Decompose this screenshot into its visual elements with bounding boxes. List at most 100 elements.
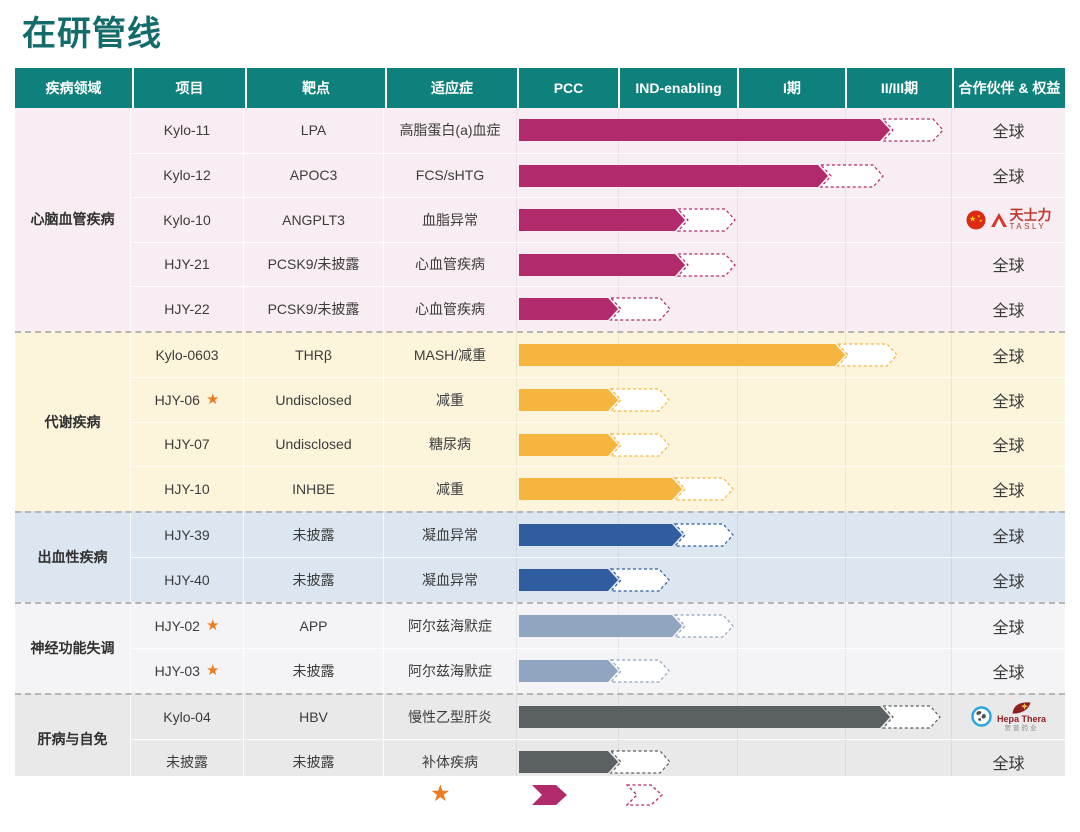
- target-name: ANGPLT3: [244, 198, 384, 242]
- legend-bar: ★: [0, 776, 1080, 832]
- partner-cell: 全球: [951, 154, 1065, 198]
- target-name: PCSK9/未披露: [244, 243, 384, 287]
- column-header-pcc: PCC: [517, 68, 618, 108]
- target-name: PCSK9/未披露: [244, 287, 384, 331]
- disease-group: 神经功能失调HJY-02★APP阿尔兹海默症全球HJY-03★未披露阿尔兹海默症…: [15, 602, 1065, 693]
- indication-name: 阿尔兹海默症: [384, 649, 516, 693]
- column-header-area: 疾病领域: [15, 68, 132, 108]
- phase-track: [516, 695, 951, 740]
- disease-group: 心脑血管疾病Kylo-11LPA高脂蛋白(a)血症全球Kylo-12APOC3F…: [15, 108, 1065, 331]
- table-body: 心脑血管疾病Kylo-11LPA高脂蛋白(a)血症全球Kylo-12APOC3F…: [15, 108, 1065, 784]
- phase-track: [516, 287, 951, 331]
- disease-group: 出血性疾病HJY-39未披露凝血异常全球HJY-40未披露凝血异常全球: [15, 511, 1065, 602]
- page-title: 在研管线: [22, 6, 162, 55]
- project-name: HJY-40: [131, 558, 244, 602]
- hepathera-cn-label: 贺普药业: [1005, 726, 1039, 733]
- target-name: Undisclosed: [244, 378, 384, 422]
- disease-area-label: 出血性疾病: [15, 513, 131, 602]
- partner-cell: 全球: [951, 243, 1065, 287]
- star-icon: ★: [206, 392, 219, 407]
- pipeline-row: Kylo-0603THRβMASH/减重 全球: [131, 333, 1065, 378]
- partner-cell: 全球: [951, 558, 1065, 602]
- partner-cell: 全球: [951, 333, 1065, 378]
- column-header-project: 项目: [132, 68, 245, 108]
- partner-cell: 全球: [951, 423, 1065, 467]
- indication-name: 慢性乙型肝炎: [384, 695, 516, 740]
- indication-name: 高脂蛋白(a)血症: [384, 108, 516, 153]
- project-name: HJY-21: [131, 243, 244, 287]
- pipeline-row: HJY-06★Undisclosed减重全球: [131, 377, 1065, 422]
- phase-track: [516, 423, 951, 467]
- indication-name: 凝血异常: [384, 558, 516, 602]
- phase-track: [516, 604, 951, 649]
- target-name: 未披露: [244, 649, 384, 693]
- phase-track: [516, 558, 951, 602]
- rights-label: 全球: [992, 297, 1024, 321]
- column-header-target: 靶点: [245, 68, 385, 108]
- disease-area-label: 代谢疾病: [15, 333, 131, 511]
- pipeline-bar: [518, 567, 673, 593]
- indication-name: 血脂异常: [384, 198, 516, 242]
- target-name: INHBE: [244, 467, 384, 511]
- phase-track: [516, 333, 951, 378]
- pipeline-bar: [518, 704, 944, 730]
- project-name: Kylo-0603: [131, 333, 244, 378]
- target-name: Undisclosed: [244, 423, 384, 467]
- disease-area-label: 神经功能失调: [15, 604, 131, 693]
- indication-name: 糖尿病: [384, 423, 516, 467]
- tasly-logo: ★★★天士力TASLY: [966, 208, 1052, 231]
- project-name: Kylo-10: [131, 198, 244, 242]
- partner-cell: 全球: [951, 378, 1065, 422]
- pipeline-bar: [518, 342, 901, 368]
- pipeline-bar: [518, 658, 673, 684]
- indication-name: 减重: [384, 467, 516, 511]
- tasly-cn-label: 天士力: [1010, 208, 1052, 222]
- pipeline-row: Kylo-04HBV慢性乙型肝炎Hepa Thera贺普药业: [131, 695, 1065, 740]
- china-flag-icon: ★★★: [966, 210, 986, 230]
- partner-cell: ★★★天士力TASLY: [951, 198, 1065, 242]
- pipeline-row: HJY-10INHBE减重全球: [131, 466, 1065, 511]
- target-name: APOC3: [244, 154, 384, 198]
- target-name: APP: [244, 604, 384, 649]
- rights-label: 全球: [992, 523, 1024, 547]
- target-name: THRβ: [244, 333, 384, 378]
- phase-track: [516, 513, 951, 558]
- column-header-ind-enabling: IND-enabling: [618, 68, 737, 108]
- tasly-triangle-icon: [991, 213, 1007, 227]
- dashed-arrow-icon: [626, 784, 664, 811]
- svg-text:★: ★: [979, 218, 983, 223]
- partner-cell: 全球: [951, 604, 1065, 649]
- disease-group: 肝病与自免Kylo-04HBV慢性乙型肝炎Hepa Thera贺普药业未披露未披…: [15, 693, 1065, 784]
- pipeline-bar: [518, 117, 947, 143]
- star-icon: ★: [206, 618, 219, 633]
- project-name: HJY-03★: [131, 649, 244, 693]
- rights-label: 全球: [992, 432, 1024, 456]
- indication-name: MASH/减重: [384, 333, 516, 378]
- rights-label: 全球: [992, 750, 1024, 774]
- indication-name: 凝血异常: [384, 513, 516, 558]
- project-name: Kylo-04: [131, 695, 244, 740]
- disease-group: 代谢疾病Kylo-0603THRβMASH/减重全球HJY-06★Undiscl…: [15, 331, 1065, 511]
- target-name: LPA: [244, 108, 384, 153]
- pipeline-table: 疾病领域项目靶点适应症PCCIND-enablingI期II/III期合作伙伴 …: [15, 68, 1065, 786]
- group-rows: Kylo-04HBV慢性乙型肝炎Hepa Thera贺普药业未披露未披露补体疾病…: [131, 695, 1065, 784]
- pipeline-bar: [518, 432, 673, 458]
- project-name: Kylo-11: [131, 108, 244, 153]
- project-name: HJY-39: [131, 513, 244, 558]
- phase-track: [516, 243, 951, 287]
- pipeline-bar: [518, 252, 739, 278]
- pipeline-row: Kylo-12APOC3FCS/sHTG全球: [131, 153, 1065, 198]
- phase-track: [516, 649, 951, 693]
- svg-text:★: ★: [969, 214, 976, 223]
- column-header-phase1: I期: [737, 68, 845, 108]
- pipeline-row: HJY-07Undisclosed糖尿病全球: [131, 422, 1065, 467]
- pipeline-row: Kylo-10ANGPLT3血脂异常★★★天士力TASLY: [131, 197, 1065, 242]
- phase-track: [516, 378, 951, 422]
- target-name: 未披露: [244, 558, 384, 602]
- group-rows: Kylo-11LPA高脂蛋白(a)血症全球Kylo-12APOC3FCS/sHT…: [131, 108, 1065, 331]
- pipeline-row: HJY-21PCSK9/未披露心血管疾病全球: [131, 242, 1065, 287]
- pipeline-row: HJY-03★未披露阿尔兹海默症全球: [131, 648, 1065, 693]
- group-rows: HJY-02★APP阿尔兹海默症全球HJY-03★未披露阿尔兹海默症全球: [131, 604, 1065, 693]
- indication-name: 减重: [384, 378, 516, 422]
- pipeline-bar: [518, 749, 674, 775]
